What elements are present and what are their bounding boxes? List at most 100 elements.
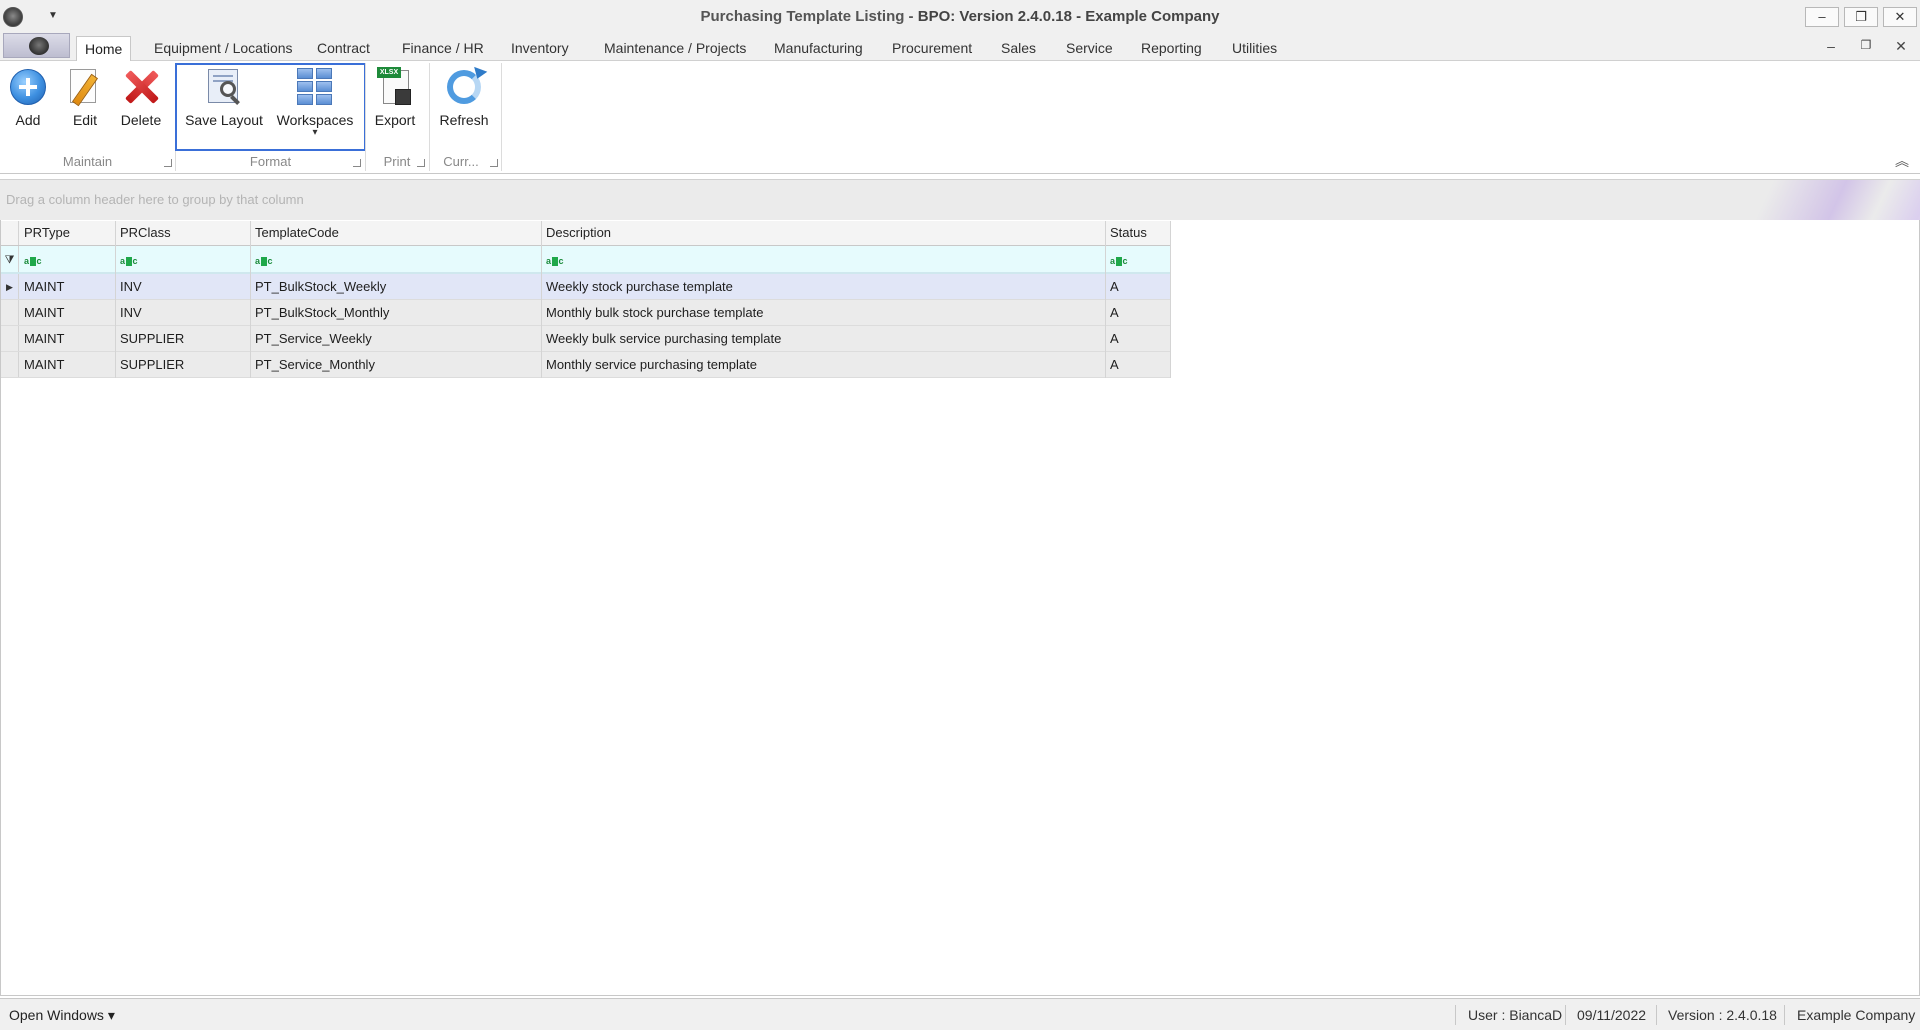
window-restore-button[interactable]: ❐	[1844, 7, 1878, 27]
row-indicator-cell	[1, 326, 19, 351]
window-close-button[interactable]: ✕	[1883, 7, 1917, 27]
decorative-swoosh	[1720, 180, 1920, 220]
data-grid: PRType PRClass TemplateCode Description …	[1, 221, 1171, 378]
window-title-sub: BPO: Version 2.4.0.18 - Example Company	[917, 8, 1220, 25]
tab-reporting[interactable]: Reporting	[1133, 36, 1210, 62]
cell-prtype[interactable]: MAINT	[20, 274, 116, 300]
table-row[interactable]: MAINT SUPPLIER PT_Service_Monthly Monthl…	[1, 352, 1171, 378]
save-layout-button-label: Save Layout	[185, 112, 263, 128]
row-indicator-cell	[1, 300, 19, 325]
tab-utilities[interactable]: Utilities	[1224, 36, 1285, 62]
table-row[interactable]: MAINT INV PT_BulkStock_Monthly Monthly b…	[1, 300, 1171, 326]
tab-sales[interactable]: Sales	[993, 36, 1044, 62]
workspaces-button-label: Workspaces	[276, 112, 354, 128]
app-menu-logo-icon	[29, 37, 49, 55]
cell-prtype[interactable]: MAINT	[20, 352, 116, 378]
cell-templatecode[interactable]: PT_BulkStock_Monthly	[251, 300, 542, 326]
cell-prclass[interactable]: INV	[116, 274, 251, 300]
cell-prclass[interactable]: INV	[116, 300, 251, 326]
format-launcher-icon[interactable]	[353, 159, 361, 167]
export-button[interactable]: XLSX Export	[372, 67, 418, 147]
table-row[interactable]: ▶ MAINT INV PT_BulkStock_Weekly Weekly s…	[1, 274, 1171, 300]
text-filter-icon: ac	[1110, 256, 1128, 267]
filter-cell-templatecode[interactable]: ac	[251, 246, 542, 274]
tab-finance-hr[interactable]: Finance / HR	[394, 36, 492, 62]
mdi-restore-button[interactable]: ❐	[1856, 38, 1876, 52]
group-label-current: Curr...	[443, 154, 479, 169]
delete-button[interactable]: Delete	[117, 67, 165, 147]
status-user: User : BiancaD	[1468, 1007, 1563, 1023]
column-header-prtype[interactable]: PRType	[20, 221, 116, 246]
export-excel-icon: XLSX	[375, 67, 415, 107]
cell-description[interactable]: Monthly service purchasing template	[542, 352, 1106, 378]
cell-prclass[interactable]: SUPPLIER	[116, 326, 251, 352]
cell-status[interactable]: A	[1106, 300, 1171, 326]
save-layout-button[interactable]: Save Layout	[183, 67, 265, 147]
focused-row-indicator-icon: ▶	[1, 274, 19, 299]
mdi-minimize-button[interactable]: –	[1821, 38, 1841, 54]
export-xlsx-tag: XLSX	[377, 67, 401, 78]
grid-header-row: PRType PRClass TemplateCode Description …	[1, 221, 1171, 246]
collapse-ribbon-icon[interactable]: ︽	[1892, 151, 1912, 171]
print-launcher-icon[interactable]	[417, 159, 425, 167]
add-button-label: Add	[15, 112, 41, 128]
column-header-prclass[interactable]: PRClass	[116, 221, 251, 246]
open-windows-menu[interactable]: Open Windows ▾	[9, 1007, 115, 1024]
group-by-hint: Drag a column header here to group by th…	[6, 192, 304, 207]
save-layout-icon	[204, 67, 244, 107]
export-button-label: Export	[374, 112, 416, 128]
tab-contract[interactable]: Contract	[309, 36, 378, 62]
filter-row-icon: ⧩	[1, 246, 19, 272]
row-indicator-cell	[1, 352, 19, 377]
mdi-close-button[interactable]: ✕	[1891, 38, 1911, 55]
group-by-panel[interactable]: Drag a column header here to group by th…	[0, 179, 1920, 220]
tab-home[interactable]: Home	[76, 36, 132, 62]
filter-cell-prtype[interactable]: ac	[20, 246, 116, 274]
cell-status[interactable]: A	[1106, 352, 1171, 378]
cell-prclass[interactable]: SUPPLIER	[116, 352, 251, 378]
cell-templatecode[interactable]: PT_BulkStock_Weekly	[251, 274, 542, 300]
text-filter-icon: ac	[24, 256, 42, 267]
column-header-templatecode[interactable]: TemplateCode	[251, 221, 542, 246]
column-header-description[interactable]: Description	[542, 221, 1106, 246]
text-filter-icon: ac	[120, 256, 138, 267]
column-header-status[interactable]: Status	[1106, 221, 1171, 246]
window-title-main: Purchasing Template Listing -	[700, 8, 918, 25]
group-label-format: Format	[249, 154, 292, 169]
filter-cell-prclass[interactable]: ac	[116, 246, 251, 274]
tab-service[interactable]: Service	[1058, 36, 1121, 62]
cell-prtype[interactable]: MAINT	[20, 300, 116, 326]
refresh-button[interactable]: Refresh	[436, 66, 492, 147]
cell-description[interactable]: Weekly stock purchase template	[542, 274, 1106, 300]
table-row[interactable]: MAINT SUPPLIER PT_Service_Weekly Weekly …	[1, 326, 1171, 352]
cell-status[interactable]: A	[1106, 274, 1171, 300]
filter-cell-status[interactable]: ac	[1106, 246, 1171, 274]
window-minimize-button[interactable]: –	[1805, 7, 1839, 27]
tab-equipment-locations[interactable]: Equipment / Locations	[146, 36, 301, 62]
edit-button[interactable]: Edit	[65, 67, 105, 147]
cell-prtype[interactable]: MAINT	[20, 326, 116, 352]
status-date: 09/11/2022	[1577, 1007, 1647, 1023]
tab-procurement[interactable]: Procurement	[884, 36, 980, 62]
add-button[interactable]: Add	[8, 67, 48, 147]
tab-manufacturing[interactable]: Manufacturing	[766, 36, 871, 62]
tab-maintenance-projects[interactable]: Maintenance / Projects	[596, 36, 754, 62]
cell-templatecode[interactable]: PT_Service_Weekly	[251, 326, 542, 352]
ribbon-panel: Add Edit Delete Maintain Save Layout Wor…	[0, 61, 1920, 174]
cell-description[interactable]: Weekly bulk service purchasing template	[542, 326, 1106, 352]
group-label-maintain: Maintain	[62, 154, 113, 169]
current-launcher-icon[interactable]	[490, 159, 498, 167]
maintain-launcher-icon[interactable]	[164, 159, 172, 167]
text-filter-icon: ac	[255, 256, 273, 267]
workspaces-button[interactable]: Workspaces ▾	[276, 67, 354, 147]
cell-templatecode[interactable]: PT_Service_Monthly	[251, 352, 542, 378]
title-bar: ▼ Purchasing Template Listing - BPO: Ver…	[0, 0, 1920, 33]
text-filter-icon: ac	[546, 256, 564, 267]
status-separator	[1455, 1005, 1456, 1025]
cell-status[interactable]: A	[1106, 326, 1171, 352]
tab-inventory[interactable]: Inventory	[503, 36, 577, 62]
cell-description[interactable]: Monthly bulk stock purchase template	[542, 300, 1106, 326]
status-company: Example Company	[1797, 1007, 1916, 1023]
application-menu-button[interactable]	[3, 33, 70, 58]
filter-cell-description[interactable]: ac	[542, 246, 1106, 274]
